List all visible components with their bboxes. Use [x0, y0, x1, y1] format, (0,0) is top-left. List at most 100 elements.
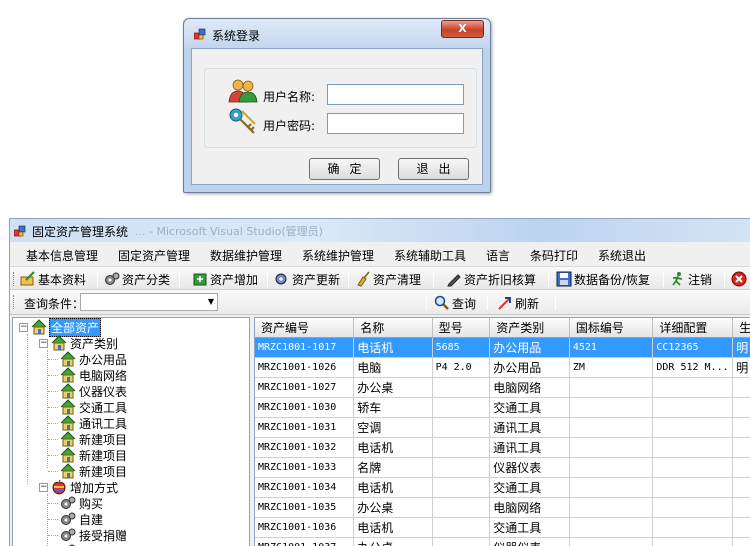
column-header[interactable]: 国标编号 — [569, 318, 654, 338]
asset-tree[interactable]: − 全部资产 − 资产类别 办公用品 电脑网络 仪器仪表 交通工具 通讯工具 新… — [12, 317, 250, 546]
column-header[interactable]: 资产编号 — [255, 318, 355, 338]
tree-node-label: 自建 — [79, 512, 104, 527]
query-condition-select[interactable]: ▼ — [80, 293, 218, 311]
main-titlebar[interactable]: 固定资产管理系统 ... - Microsoft Visual Studio(管… — [10, 219, 750, 242]
password-label: 用户密码: — [263, 119, 316, 133]
username-input[interactable] — [327, 84, 464, 105]
table-row[interactable]: MRZC1001-1027 办公桌 电脑网络 — [255, 377, 750, 398]
tree-node-category[interactable]: 仪器仪表 — [60, 383, 128, 399]
tb-backup-restore-button[interactable]: 数据备份/恢复 — [556, 270, 650, 288]
menu-bar: 基本信息管理 固定资产管理 数据维护管理 系统维护管理 系统辅助工具 语言 条码… — [10, 242, 750, 266]
table-row[interactable]: MRZC1001-1034 电话机 交通工具 — [255, 477, 750, 498]
table-row[interactable]: MRZC1001-1036 电话机 交通工具 — [255, 517, 750, 538]
tree-line — [48, 519, 58, 520]
tree-node-label: 仪器仪表 — [79, 384, 128, 399]
close-button[interactable]: X — [441, 20, 484, 38]
table-cell: ZM — [569, 357, 654, 378]
tb-asset-update-button[interactable]: 资产更新 — [274, 270, 340, 288]
toolbar-grip[interactable] — [13, 272, 15, 286]
menu-system-maintenance[interactable]: 系统维护管理 — [302, 247, 374, 264]
asset-grid[interactable]: 资产编号 名称 型号 资产类别 国标编号 详细配置 生 MRZC1001-101… — [254, 317, 750, 546]
column-header[interactable]: 详细配置 — [652, 318, 734, 338]
tree-line — [48, 359, 58, 360]
menu-fixed-assets[interactable]: 固定资产管理 — [118, 247, 190, 264]
table-cell — [569, 477, 654, 498]
table-cell: 电话机 — [353, 517, 433, 538]
tb-logout-button[interactable]: 注销 — [670, 270, 712, 288]
tb-depreciation-button[interactable]: 资产折旧核算 — [446, 270, 536, 288]
table-cell — [432, 477, 491, 498]
tree-node-root[interactable]: − 全部资产 — [19, 318, 102, 337]
tree-line — [48, 503, 58, 504]
column-header[interactable]: 型号 — [432, 318, 491, 338]
login-client-area: 用户名称: 用户密码: 确定 退出 — [191, 48, 483, 185]
house-icon — [60, 351, 76, 367]
tree-node-category[interactable]: 电脑网络 — [60, 367, 128, 383]
table-cell — [569, 497, 654, 518]
tree-node-category[interactable]: 新建项目 — [60, 447, 128, 463]
tb-exit-button[interactable] — [731, 270, 749, 288]
tb-basic-data-button[interactable]: 基本资料 — [20, 270, 86, 288]
collapse-icon[interactable]: − — [39, 338, 48, 348]
tree-node-category[interactable]: 新建项目 — [60, 431, 128, 447]
exit-button[interactable]: 退出 — [398, 158, 469, 180]
table-row[interactable]: MRZC1001-1026 电脑 P4 2.0 办公用品 ZM DDR 512 M... 明 — [255, 357, 750, 378]
menu-language[interactable]: 语言 — [486, 247, 510, 264]
column-header[interactable]: 名称 — [353, 318, 433, 338]
tree-node-category[interactable]: 办公用品 — [60, 351, 128, 367]
collapse-icon[interactable]: − — [19, 322, 28, 332]
search-button[interactable]: 查询 — [434, 294, 476, 312]
table-row[interactable]: MRZC1001-1032 电话机 通讯工具 — [255, 437, 750, 458]
table-cell — [432, 457, 491, 478]
table-cell — [732, 537, 750, 546]
search-label: 查询 — [452, 296, 477, 311]
tree-line — [48, 439, 58, 440]
running-man-icon — [672, 272, 683, 286]
table-body: MRZC1001-1017 电话机 5685 办公用品 4521 CC12365 明 MRZC… — [255, 337, 750, 546]
tree-node-category[interactable]: 交通工具 — [60, 399, 128, 415]
login-titlebar[interactable]: 系统登录 X — [184, 19, 490, 48]
tree-node-category[interactable]: 通讯工具 — [60, 415, 128, 431]
floppy-disk-icon — [556, 271, 572, 287]
tree-node-category-group[interactable]: − 资产类别 — [39, 335, 119, 351]
toolbar-grip[interactable] — [13, 295, 15, 309]
column-header[interactable]: 生 — [732, 318, 750, 338]
table-row[interactable]: MRZC1001-1035 办公桌 电脑网络 — [255, 497, 750, 518]
tree-node-method[interactable]: 接受捐赠 — [60, 527, 128, 543]
menu-system-tools[interactable]: 系统辅助工具 — [394, 247, 466, 264]
table-cell: 电话机 — [353, 337, 433, 358]
table-row[interactable]: MRZC1001-1037办公桌 仪器仪表 — [255, 537, 750, 546]
tb-asset-clear-button[interactable]: 资产清理 — [355, 270, 421, 288]
table-cell: 4521 — [569, 337, 654, 358]
tree-node-method[interactable]: 购买 — [60, 495, 104, 511]
table-cell: 仪器仪表 — [489, 457, 570, 478]
tb-asset-add-button[interactable]: 资产增加 — [192, 270, 258, 288]
table-row[interactable]: MRZC1001-1017 电话机 5685 办公用品 4521 CC12365 明 — [255, 337, 750, 358]
toolbar-separator — [97, 271, 98, 287]
menu-data-maintenance[interactable]: 数据维护管理 — [210, 247, 282, 264]
table-cell — [652, 517, 734, 538]
collapse-icon[interactable]: − — [39, 482, 48, 492]
menu-basic-info[interactable]: 基本信息管理 — [26, 247, 98, 264]
column-header[interactable]: 资产类别 — [489, 318, 570, 338]
tree-node-category[interactable]: 新建项目 — [60, 463, 128, 479]
tb-asset-category-button[interactable]: 资产分类 — [104, 270, 170, 288]
menu-barcode-print[interactable]: 条码打印 — [530, 247, 578, 264]
refresh-button[interactable]: 刷新 — [497, 294, 539, 312]
table-cell: 电脑网络 — [489, 497, 570, 518]
toolbar-separator — [348, 271, 349, 287]
table-cell — [652, 397, 734, 418]
table-row[interactable]: MRZC1001-1030 轿车 交通工具 — [255, 397, 750, 418]
table-row[interactable]: MRZC1001-1031 空调 通讯工具 — [255, 417, 750, 438]
ok-button[interactable]: 确定 — [309, 158, 380, 180]
password-input[interactable] — [327, 113, 464, 134]
table-row[interactable]: MRZC1001-1033 名牌 仪器仪表 — [255, 457, 750, 478]
table-cell: 通讯工具 — [489, 437, 570, 458]
table-cell: 5685 — [432, 337, 491, 358]
house-icon — [60, 415, 76, 431]
chevron-down-icon[interactable]: ▼ — [208, 297, 214, 306]
table-cell: 办公桌 — [353, 537, 433, 546]
menu-system-exit[interactable]: 系统退出 — [598, 247, 646, 264]
tree-node-method-group[interactable]: − 增加方式 — [39, 479, 119, 495]
tree-node-method[interactable]: 自建 — [60, 511, 104, 527]
